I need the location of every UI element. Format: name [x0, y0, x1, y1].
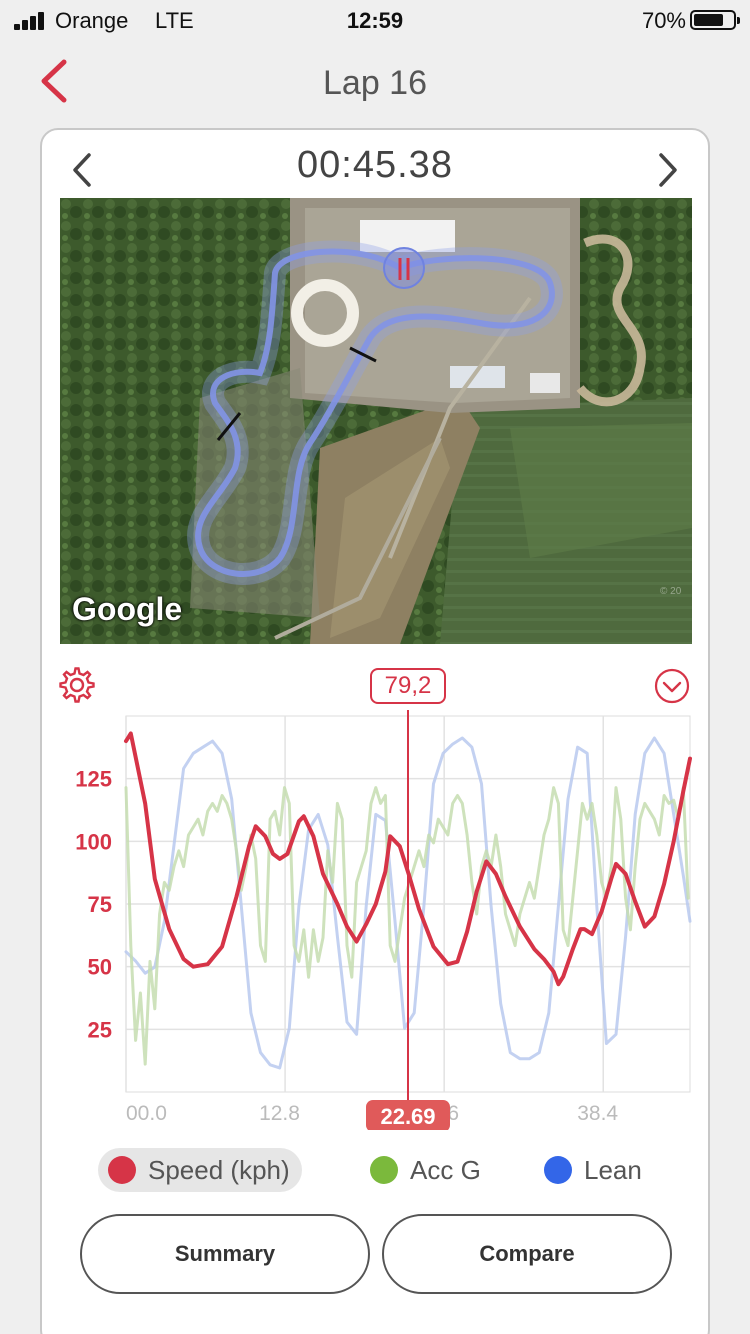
y-tick-label: 75 — [88, 892, 112, 917]
track-map[interactable]: © 20 Google — [60, 198, 692, 644]
next-lap-button[interactable] — [656, 152, 680, 188]
y-tick-label: 125 — [75, 767, 112, 792]
lean-color-dot — [544, 1156, 572, 1184]
legend-acc-g[interactable]: Acc G — [370, 1148, 481, 1192]
google-logo: Google — [72, 591, 183, 627]
page-title: Lap 16 — [323, 64, 427, 102]
cursor-time-label: 22.69 — [380, 1104, 435, 1129]
lap-card: 00:45.38 © 20 Google 79,2 125 100 75 50 … — [40, 128, 710, 1334]
legend-label: Speed (kph) — [148, 1154, 290, 1185]
status-time: 12:59 — [346, 8, 404, 33]
lap-time: 00:45.38 — [297, 144, 453, 186]
acc-g-color-dot — [370, 1156, 398, 1184]
chart-legend: Speed (kph) Acc G Lean — [98, 1148, 678, 1196]
battery-icon — [690, 10, 740, 30]
y-tick-label: 25 — [88, 1017, 112, 1042]
x-tick-label: 00.0 — [126, 1102, 167, 1125]
chart-settings-button[interactable] — [58, 666, 96, 704]
x-tick-label: 38.4 — [577, 1102, 618, 1125]
x-tick-label: 12.8 — [259, 1102, 300, 1125]
speed-color-dot — [108, 1156, 136, 1184]
status-bar: Orange LTE 12:59 70% — [0, 0, 750, 40]
legend-label: Acc G — [410, 1154, 481, 1185]
lap-telemetry-chart[interactable]: 125100755025 00.012.825.638.4 22.69 — [42, 710, 708, 1130]
cursor-value-badge: 79,2 — [370, 668, 446, 704]
y-tick-label: 50 — [88, 955, 112, 980]
legend-label: Lean — [584, 1154, 642, 1185]
svg-text:© 20: © 20 — [660, 586, 682, 597]
battery-percentage: 70% — [641, 8, 686, 33]
legend-lean[interactable]: Lean — [544, 1148, 642, 1192]
chevron-right-icon — [659, 153, 677, 187]
chevron-down-circle-icon — [654, 668, 690, 704]
summary-button[interactable]: Summary — [80, 1214, 370, 1294]
y-tick-label: 100 — [75, 829, 112, 854]
expand-chart-button[interactable] — [654, 668, 690, 704]
compare-button[interactable]: Compare — [382, 1214, 672, 1294]
satellite-image: © 20 — [60, 198, 692, 644]
gear-icon — [59, 667, 95, 703]
legend-speed[interactable]: Speed (kph) — [98, 1148, 302, 1192]
